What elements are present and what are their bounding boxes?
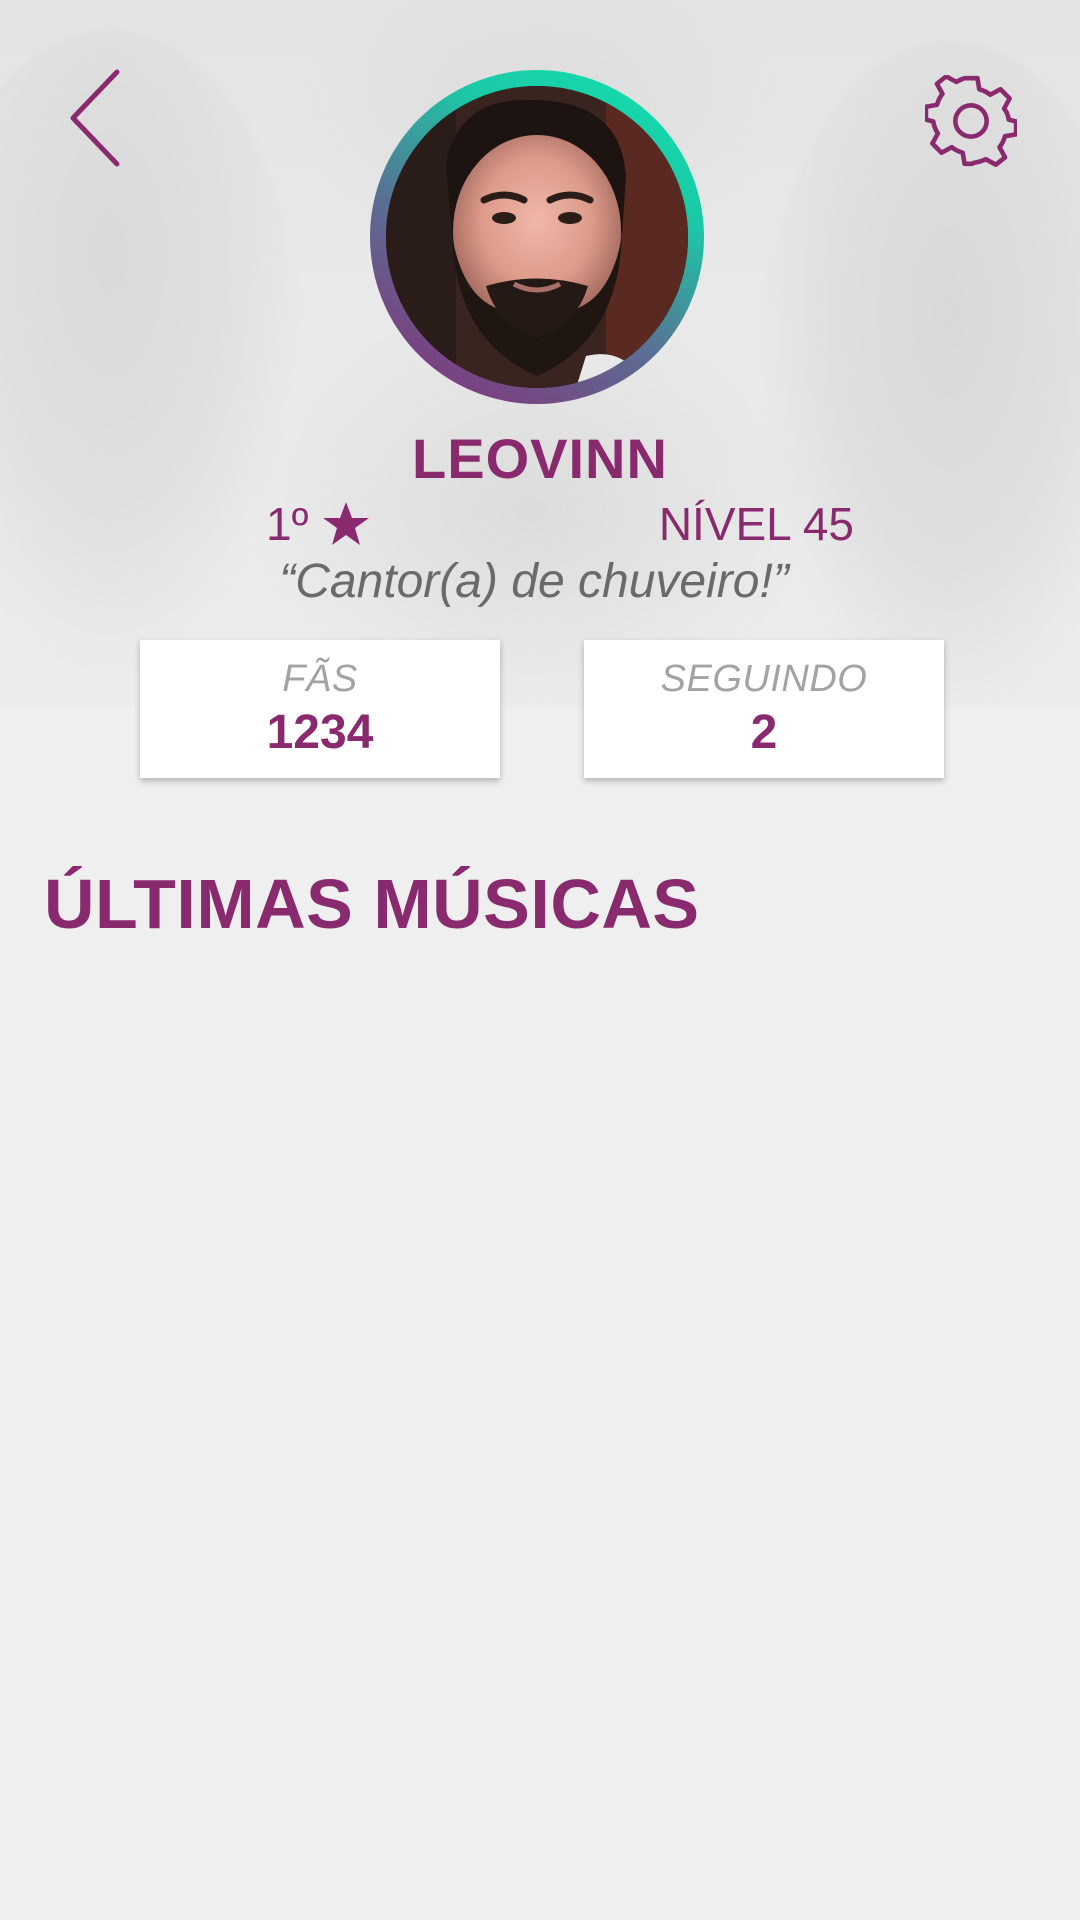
latest-songs-title: ÚLTIMAS MÚSICAS	[44, 865, 700, 943]
settings-button[interactable]	[922, 72, 1020, 170]
following-count: 2	[750, 706, 778, 759]
rank-indicator: 1º	[266, 496, 370, 552]
back-button[interactable]	[60, 66, 130, 170]
gear-icon	[925, 75, 1017, 167]
following-card[interactable]: SEGUINDO 2	[584, 640, 944, 778]
star-icon	[323, 502, 370, 545]
fans-count: 1234	[266, 706, 374, 759]
level-label: NÍVEL 45	[658, 498, 854, 550]
rank-value: 1º	[266, 498, 309, 550]
fans-label: FÃS	[282, 658, 358, 700]
profile-quote: “Cantor(a) de chuveiro!”	[279, 555, 789, 608]
avatar-photo	[386, 86, 688, 388]
fans-card[interactable]: FÃS 1234	[140, 640, 500, 778]
back-chevron-icon	[70, 69, 120, 167]
following-label: SEGUINDO	[660, 658, 868, 700]
profile-screen: LEOVINN 1º NÍVEL 45 “Cantor(a) de chuvei…	[0, 0, 1080, 1920]
username: LEOVINN	[412, 427, 668, 490]
avatar-ring	[370, 70, 704, 404]
avatar[interactable]	[386, 86, 688, 388]
